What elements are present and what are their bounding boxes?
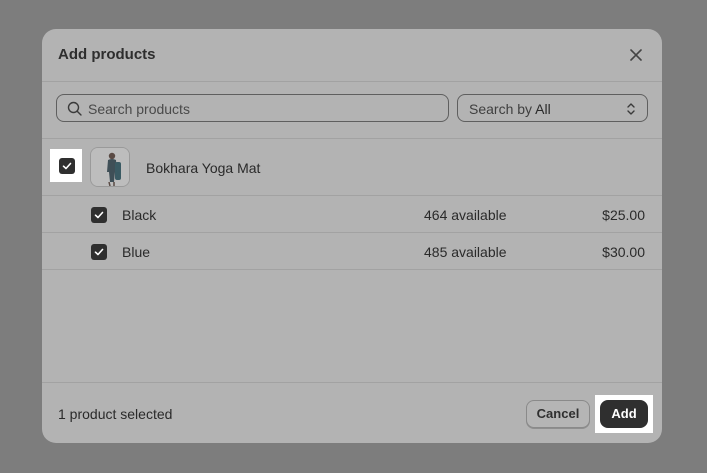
- search-icon: [67, 101, 82, 116]
- product-image: [91, 148, 129, 186]
- close-button[interactable]: [626, 45, 646, 65]
- chevron-up-down-icon: [627, 103, 635, 115]
- search-by-label: Search by: [469, 101, 533, 117]
- search-row: Search products Search by All: [42, 82, 662, 139]
- product-name: Bokhara Yoga Mat: [146, 160, 261, 176]
- product-checkbox[interactable]: [59, 158, 75, 174]
- variant-name: Black: [122, 207, 157, 223]
- variant-row[interactable]: Blue 485 available $30.00: [42, 233, 662, 270]
- add-products-modal: Add products Search products Search by A…: [42, 29, 662, 443]
- modal-header: Add products: [42, 29, 662, 82]
- variant-price: $25.00: [602, 207, 645, 223]
- close-icon: [630, 49, 642, 61]
- checkmark-icon: [94, 248, 104, 256]
- variant-stock: 485 available: [424, 244, 507, 260]
- search-by-text: Search by All: [469, 101, 551, 117]
- selection-status: 1 product selected: [58, 406, 173, 422]
- cancel-button[interactable]: Cancel: [526, 400, 590, 428]
- add-button[interactable]: Add: [600, 400, 648, 428]
- variant-price: $30.00: [602, 244, 645, 260]
- product-thumbnail: [90, 147, 130, 187]
- product-row[interactable]: Bokhara Yoga Mat: [42, 139, 662, 196]
- variant-checkbox[interactable]: [91, 207, 107, 223]
- variant-stock: 464 available: [424, 207, 507, 223]
- variant-checkbox[interactable]: [91, 244, 107, 260]
- modal-title: Add products: [58, 46, 156, 63]
- search-by-value: All: [535, 101, 551, 117]
- variant-row[interactable]: Black 464 available $25.00: [42, 196, 662, 233]
- checkmark-icon: [94, 211, 104, 219]
- search-by-select[interactable]: Search by All: [457, 94, 648, 122]
- variant-name: Blue: [122, 244, 151, 260]
- search-input[interactable]: Search products: [56, 94, 449, 122]
- checkmark-icon: [62, 162, 72, 170]
- search-placeholder: Search products: [88, 101, 190, 117]
- modal-footer: 1 product selected Cancel Add: [42, 382, 662, 443]
